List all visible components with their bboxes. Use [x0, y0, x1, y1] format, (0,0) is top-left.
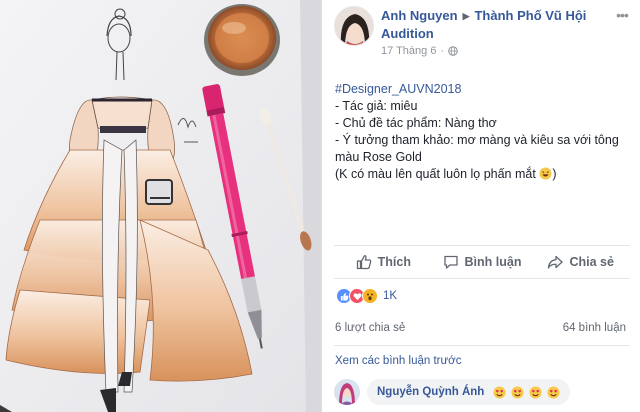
heart-eyes-emoji-icon [493, 385, 506, 399]
comments-count-link[interactable]: 64 bình luận [563, 322, 626, 334]
post-line: - Ý tưởng tham khảo: mơ màng và kiêu sa … [335, 133, 619, 147]
reaction-count: 1K [383, 290, 398, 302]
author-name-link[interactable]: Anh Nguyen [381, 8, 458, 23]
thumbs-up-icon [356, 255, 371, 270]
post-text: #Designer_AUVN2018 - Tác giả: miêu - Chủ… [335, 81, 631, 183]
more-options-icon[interactable]: ••• [613, 8, 631, 22]
heart-eyes-emoji-icon [529, 385, 542, 399]
comment-item: Nguyễn Quỳnh Ánh [334, 376, 634, 412]
post-header: Anh Nguyen ▶ Thành Phố Vũ Hội Audition 17 … [322, 0, 640, 62]
post-photo[interactable] [0, 0, 321, 412]
group-name-link-cont[interactable]: Audition [381, 26, 434, 41]
share-label: Chia sẻ [569, 255, 614, 269]
post-meta: 17 Tháng 6 · [381, 45, 458, 57]
post-date[interactable]: 17 Tháng 6 [381, 45, 436, 57]
post-line-last: (K có màu lên quất luôn lọ phấn mắt ) [335, 166, 631, 183]
globe-icon [448, 46, 458, 56]
dot-separator: · [440, 45, 445, 57]
heart-eyes-emoji-icon [511, 385, 524, 399]
post-line-end: ) [552, 167, 557, 181]
post-actions-bar: Thích Bình luận Chia sẻ [334, 245, 630, 279]
comment-label: Bình luận [464, 255, 522, 269]
post-line: màu Rose Gold [335, 150, 422, 164]
post-hashtag[interactable]: #Designer_AUVN2018 [335, 81, 631, 98]
post-line: - Tác giả: miêu [335, 99, 418, 113]
comment-button[interactable]: Bình luận [433, 246, 532, 278]
share-arrow-icon [548, 255, 564, 269]
heart-eyes-emoji-icon [547, 385, 560, 399]
post-side-panel: Anh Nguyen ▶ Thành Phố Vũ Hội Audition 17 … [321, 0, 640, 412]
divider [334, 345, 630, 346]
reaction-summary[interactable]: 1K [336, 288, 397, 304]
shares-count-link[interactable]: 6 lượt chia sẻ [335, 322, 405, 334]
triangle-right-icon: ▶ [462, 11, 470, 21]
post-author-line: Anh Nguyen ▶ Thành Phố Vũ Hội [381, 8, 586, 23]
share-button[interactable]: Chia sẻ [531, 246, 630, 278]
post-line: - Chủ đề tác phẩm: Nàng thơ [335, 116, 497, 130]
like-button[interactable]: Thích [334, 246, 433, 278]
post-line-text: (K có màu lên quất luôn lọ phấn mắt [335, 167, 536, 181]
fashion-sketch-image [0, 0, 321, 412]
laughing-emoji-icon [539, 167, 552, 180]
comment-bubble: Nguyễn Quỳnh Ánh [367, 379, 571, 405]
commenter-name-link[interactable]: Nguyễn Quỳnh Ánh [377, 386, 484, 398]
view-previous-comments-link[interactable]: Xem các bình luận trước [335, 355, 461, 367]
group-name-link[interactable]: Thành Phố Vũ Hội [474, 8, 586, 23]
author-avatar[interactable] [334, 6, 374, 46]
wow-icon [362, 288, 378, 304]
speech-bubble-icon [443, 255, 458, 269]
like-label: Thích [377, 255, 411, 269]
commenter-avatar[interactable] [334, 379, 360, 405]
